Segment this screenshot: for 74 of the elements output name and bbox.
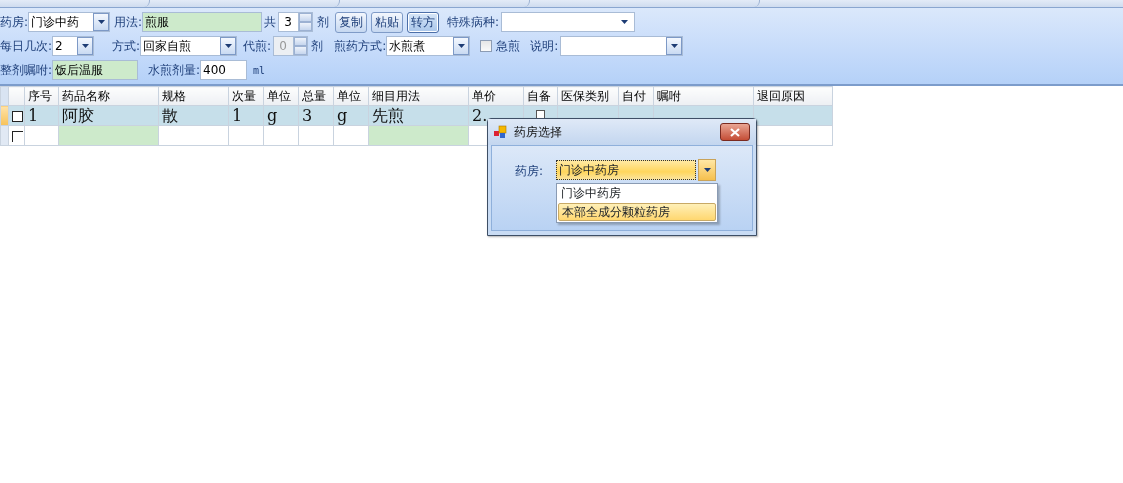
dialog-title: 药房选择 [514, 124, 562, 141]
field-label: 药房: [0, 14, 29, 31]
field-label: 药房: [515, 163, 544, 180]
column-header[interactable]: 序号 [24, 86, 59, 106]
field-label: 代煎: [243, 38, 272, 55]
field-label: 共 [264, 14, 277, 31]
column-header[interactable]: 次量 [228, 86, 264, 106]
table-cell: 2. [472, 106, 488, 125]
column-header[interactable]: 总量 [298, 86, 334, 106]
dropdown-value: 2 [55, 38, 63, 55]
field-label: 特殊病种: [447, 14, 500, 31]
dropdown-value: 门诊中药 [31, 14, 80, 31]
column-header[interactable]: 单价 [468, 86, 524, 106]
unit-label: ml [253, 63, 266, 78]
dropdown[interactable]: 2 [52, 36, 95, 56]
table-cell[interactable] [298, 125, 334, 146]
number-value: 3 [284, 14, 292, 31]
number-value: 0 [279, 38, 287, 55]
dropdown-option[interactable]: 本部全成分颗粒药房 [558, 203, 716, 221]
column-header[interactable]: 单位 [263, 86, 299, 106]
toolbar-button[interactable]: 转方 [407, 11, 440, 33]
table-cell: 1 [232, 106, 243, 125]
dropdown[interactable]: 水煎煮 [386, 36, 471, 56]
field-label: 整剂嘱咐: [0, 62, 53, 79]
table-cell[interactable] [263, 125, 299, 146]
column-header[interactable]: 嘱咐 [653, 86, 754, 106]
column-header[interactable]: 单位 [333, 86, 369, 106]
column-header[interactable]: 规格 [158, 86, 229, 106]
text-field[interactable]: 饭后温服 [52, 60, 139, 80]
column-header[interactable]: 退回原因 [753, 86, 833, 106]
table-cell: 散 [162, 106, 178, 125]
dropdown-option[interactable]: 门诊中药房 [558, 185, 716, 203]
table-cell: 3 [302, 106, 313, 125]
dropdown-arrow-icon[interactable] [621, 20, 629, 24]
table-cell: g [337, 106, 348, 125]
table-cell[interactable] [333, 125, 369, 146]
field-label: 方式: [112, 38, 141, 55]
checkbox[interactable] [480, 40, 493, 52]
table-cell: g [267, 106, 278, 125]
field-label: 剂 [317, 14, 330, 31]
dropdown-value: 水煎煮 [389, 38, 426, 55]
table-cell: 1 [28, 106, 39, 125]
column-header[interactable]: 医保类别 [557, 86, 619, 106]
close-button[interactable] [720, 123, 750, 141]
text-field[interactable]: 煎服 [142, 12, 263, 32]
column-header[interactable]: 自付 [618, 86, 654, 106]
field-label: 用法: [114, 14, 143, 31]
dropdown-field[interactable]: 门诊中药房 [556, 160, 696, 180]
toolbar-button[interactable]: 复制 [335, 11, 368, 33]
dropdown[interactable]: 门诊中药 [28, 12, 111, 32]
field-label: 剂 [311, 38, 324, 55]
table-cell: 阿胶 [62, 106, 94, 125]
table-cell[interactable] [158, 125, 229, 146]
column-header[interactable]: 药品名称 [58, 86, 159, 106]
column-header[interactable]: 自备 [523, 86, 558, 106]
table-cell[interactable] [228, 125, 264, 146]
toolbar-button[interactable]: 粘贴 [371, 11, 404, 33]
number-field[interactable]: 3 [278, 12, 314, 32]
field-label: 说明: [530, 38, 559, 55]
app-icon [494, 125, 508, 139]
field-label: 水煎剂量: [148, 62, 201, 79]
field-label: 煎药方式: [334, 38, 387, 55]
close-icon[interactable] [730, 127, 740, 137]
table-cell: 先煎 [372, 106, 404, 125]
dropdown[interactable]: 回家自煎 [140, 36, 238, 56]
checkbox[interactable] [12, 110, 23, 122]
spin-buttons[interactable] [298, 13, 313, 31]
checkbox[interactable] [12, 130, 23, 142]
field-label: 急煎 [496, 38, 521, 55]
dropdown-value: 回家自煎 [143, 38, 192, 55]
field-label: 每日几次: [0, 38, 53, 55]
column-header[interactable]: 细目用法 [368, 86, 469, 106]
text-field[interactable]: 400 [200, 60, 248, 80]
table-cell[interactable] [24, 125, 59, 146]
